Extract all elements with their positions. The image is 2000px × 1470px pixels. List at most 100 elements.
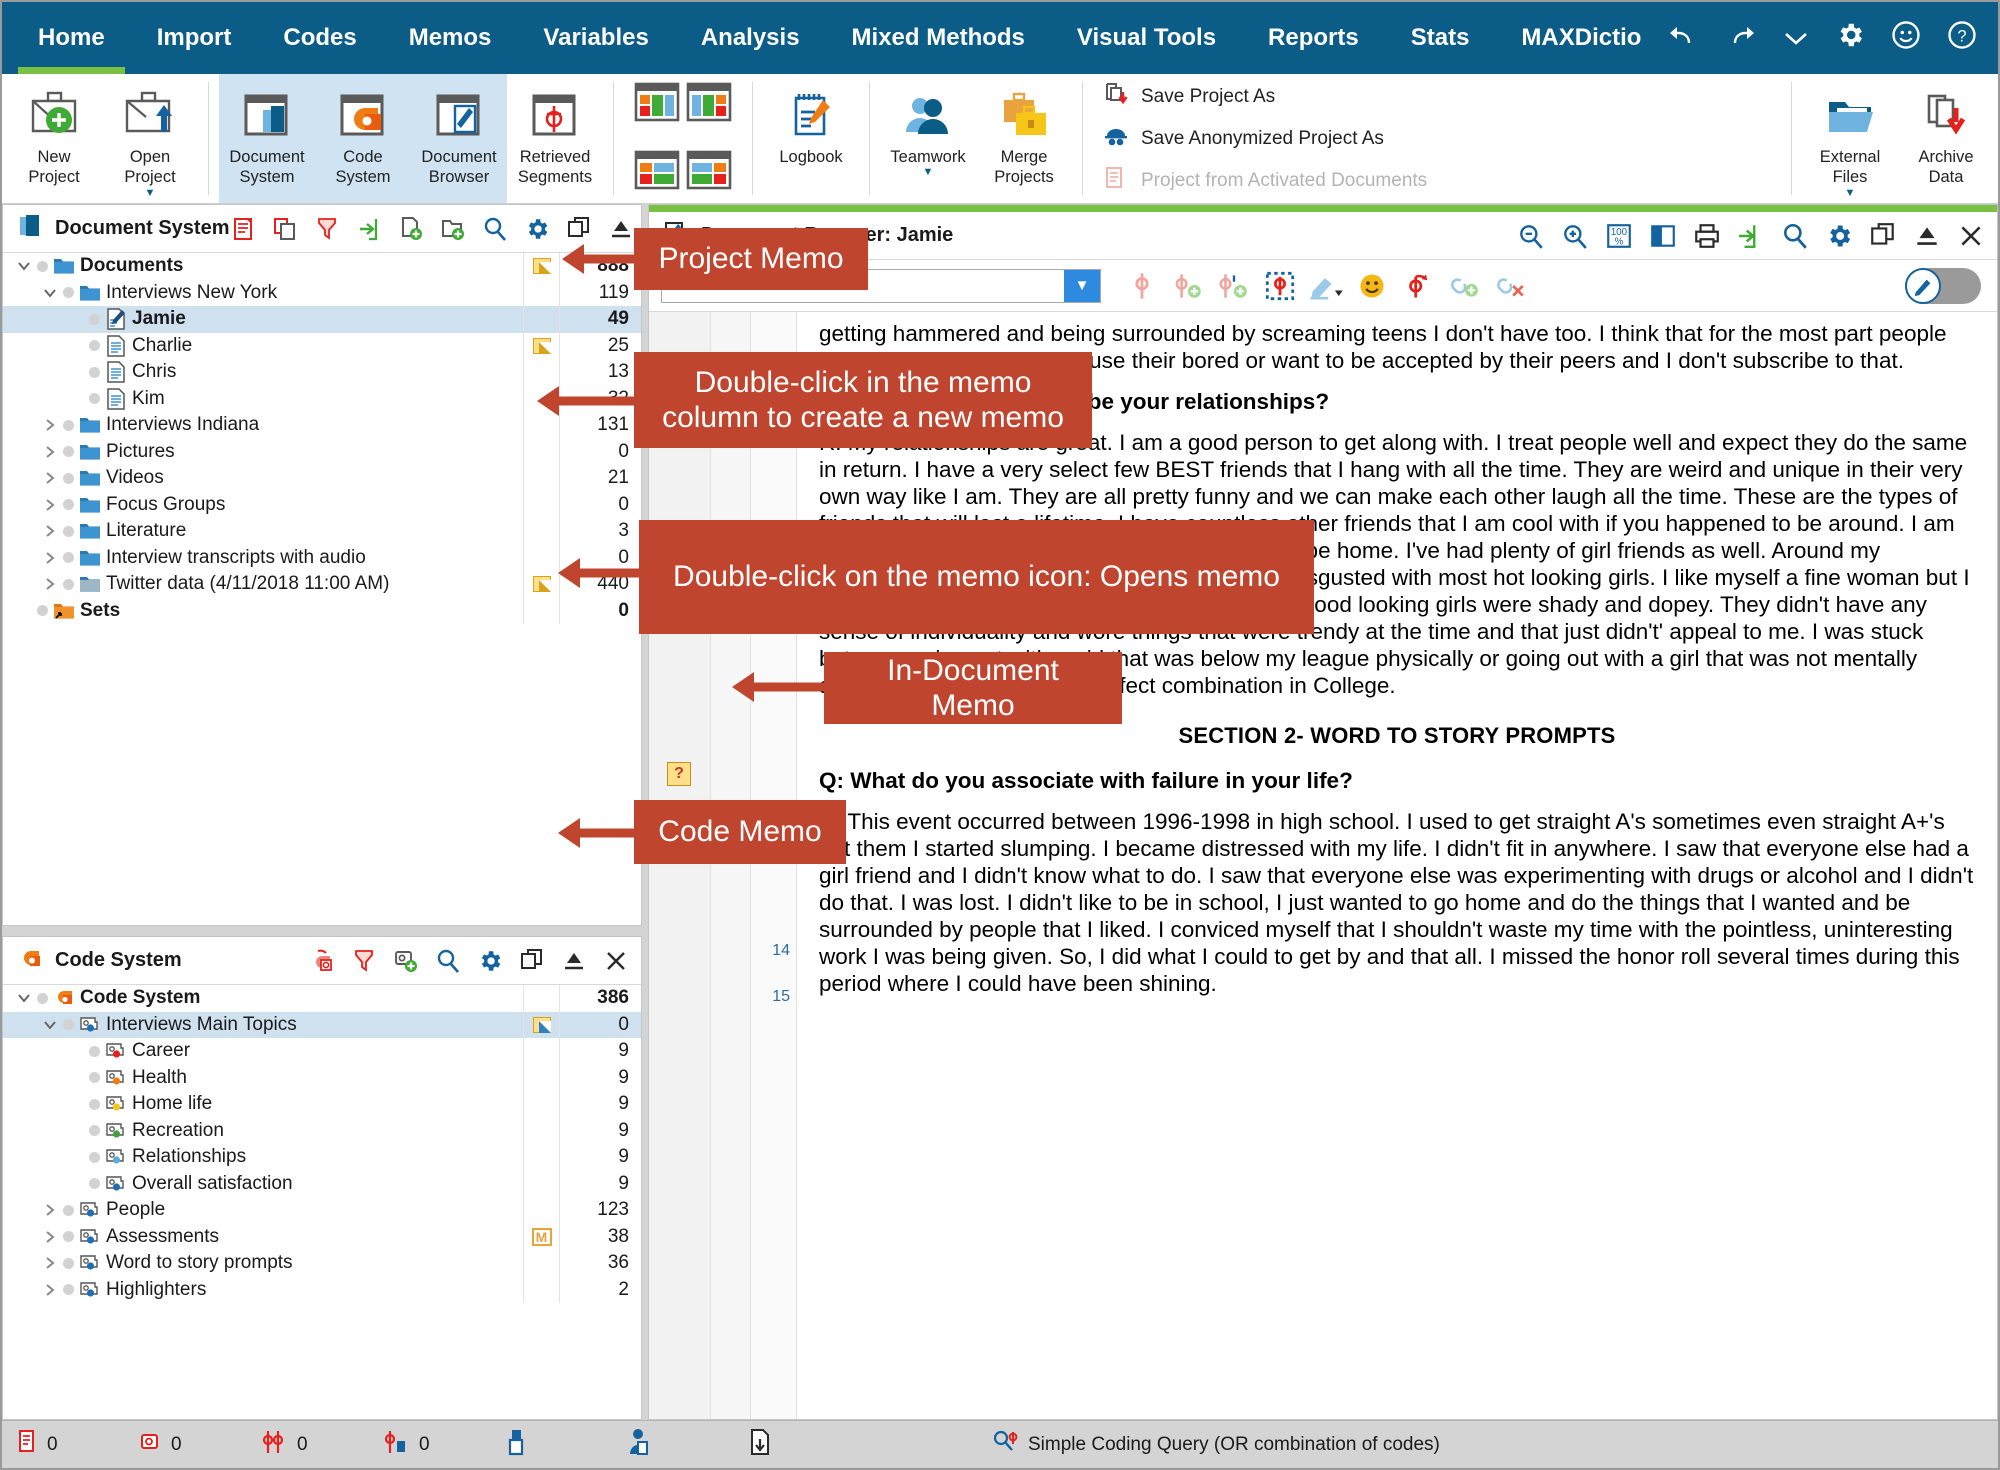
activation-dot[interactable] [37, 260, 48, 272]
memo-icon[interactable] [532, 337, 551, 354]
layout-option-3-icon[interactable] [634, 150, 680, 195]
tree-row[interactable]: Videos 21 [3, 465, 641, 492]
activation-dot[interactable] [63, 578, 74, 590]
activation-dot[interactable] [63, 1204, 74, 1216]
layout-option-4-icon[interactable] [686, 150, 732, 195]
tree-row[interactable]: Assessments M 38 [3, 1223, 641, 1250]
memo-column-cell[interactable] [523, 253, 559, 280]
memo-column-cell[interactable] [523, 1038, 559, 1065]
new-document-icon[interactable] [398, 216, 424, 242]
activation-dot[interactable] [89, 1045, 100, 1057]
code-system-button[interactable]: Code System [315, 74, 411, 203]
activation-dot[interactable] [63, 1231, 74, 1243]
memo-column-cell[interactable] [523, 1117, 559, 1144]
archive-data-button[interactable]: Archive Data [1898, 74, 1994, 203]
tree-row[interactable]: Home life 9 [3, 1091, 641, 1118]
tree-row[interactable]: Pictures 0 [3, 438, 641, 465]
merge-projects-button[interactable]: Merge Projects [976, 74, 1072, 203]
memo-column-cell[interactable] [523, 1064, 559, 1091]
in-document-memo-icon[interactable]: ? [667, 762, 691, 786]
activation-dot[interactable] [89, 1151, 100, 1163]
memo-icon[interactable] [532, 576, 551, 593]
coding-stripe-gutter[interactable] [711, 312, 751, 1419]
activation-dot[interactable] [63, 499, 74, 511]
chevron-down-icon[interactable]: ▼ [1064, 269, 1100, 302]
tree-twisty[interactable] [37, 470, 63, 486]
memo-m-icon[interactable]: M [531, 1227, 552, 1246]
memo-column-cell[interactable] [523, 438, 559, 465]
memo-column-cell[interactable]: M [523, 1223, 559, 1250]
save-project-as-button[interactable]: Save Project As [1103, 81, 1427, 113]
emoticode-icon[interactable] [1349, 271, 1395, 301]
tree-twisty[interactable] [37, 417, 63, 433]
tree-twisty[interactable] [11, 990, 37, 1006]
link-add-icon[interactable] [1441, 271, 1487, 301]
tree-row[interactable]: Sets 0 [3, 597, 641, 624]
activation-dot[interactable] [37, 605, 48, 617]
code-add-icon[interactable] [1165, 271, 1211, 301]
tree-twisty[interactable] [37, 550, 63, 566]
activation-dot[interactable] [89, 1125, 100, 1137]
tab-stats[interactable]: Stats [1385, 2, 1496, 74]
close-icon[interactable] [1957, 222, 1985, 250]
undo-code-icon[interactable] [309, 948, 335, 974]
memo-column-cell[interactable] [523, 597, 559, 624]
activation-dot[interactable] [63, 552, 74, 564]
activation-dot[interactable] [63, 1257, 74, 1269]
memo-column-cell[interactable] [523, 1276, 559, 1303]
memo-column-cell[interactable] [523, 359, 559, 386]
new-group-icon[interactable] [440, 216, 466, 242]
teamwork-button[interactable]: Teamwork ▼ [880, 74, 976, 203]
smiley-icon[interactable] [1891, 20, 1921, 56]
layout-option-1-icon[interactable] [634, 82, 680, 127]
collapse-icon[interactable] [1913, 222, 1941, 250]
code-memo-icon[interactable] [532, 1016, 551, 1033]
code-system-tree[interactable]: Code System 386 Interviews Main Topics 0 Car… [3, 985, 641, 1419]
document-browser-button[interactable]: Document Browser [411, 74, 507, 203]
tree-row[interactable]: Relationships 9 [3, 1144, 641, 1171]
search-icon[interactable] [482, 216, 508, 242]
external-files-button[interactable]: External Files ▼ [1802, 74, 1898, 203]
code-region-icon[interactable] [1257, 271, 1303, 301]
activation-dot[interactable] [89, 1072, 100, 1084]
document-system-tree[interactable]: Documents 888 Interviews New York 119 Jamie 4… [3, 253, 641, 925]
new-project-button[interactable]: New Project [6, 74, 102, 203]
tab-import[interactable]: Import [131, 2, 258, 74]
tab-home[interactable]: Home [12, 2, 131, 74]
tree-twisty[interactable] [37, 576, 63, 592]
help-icon[interactable]: ? [1947, 20, 1977, 56]
chevron-down-icon[interactable]: ▼ [1845, 187, 1856, 199]
logbook-button[interactable]: Logbook [763, 74, 859, 203]
tab-codes[interactable]: Codes [257, 2, 382, 74]
split-view-icon[interactable] [1649, 222, 1677, 250]
tree-twisty[interactable] [37, 1282, 63, 1298]
tree-row[interactable]: Jamie 49 [3, 306, 641, 333]
pencil-toggle[interactable] [1905, 267, 1981, 304]
activation-dot[interactable] [63, 287, 74, 299]
tree-twisty[interactable] [37, 523, 63, 539]
memo-column-cell[interactable] [523, 1250, 559, 1277]
chevron-down-icon[interactable]: ▼ [145, 187, 156, 199]
activation-dot[interactable] [89, 1098, 100, 1110]
print-icon[interactable] [1693, 222, 1721, 250]
activation-dot[interactable] [89, 340, 100, 352]
save-anonymized-project-button[interactable]: Save Anonymized Project As [1103, 123, 1427, 155]
activation-dot[interactable] [89, 1178, 100, 1190]
tree-twisty[interactable] [37, 1255, 63, 1271]
chevron-down-icon[interactable] [1783, 23, 1809, 53]
gear-icon[interactable] [524, 216, 550, 242]
zoom-out-icon[interactable] [1517, 222, 1545, 250]
tab-reports[interactable]: Reports [1242, 2, 1385, 74]
tree-row[interactable]: Interview transcripts with audio 0 [3, 544, 641, 571]
edit-mode-toggle[interactable] [1905, 267, 1981, 304]
highlighter-icon[interactable] [1303, 271, 1349, 301]
detach-icon[interactable] [519, 948, 545, 974]
tab-variables[interactable]: Variables [517, 2, 674, 74]
undo-icon[interactable] [1667, 22, 1699, 54]
tree-twisty[interactable] [37, 444, 63, 460]
activation-dot[interactable] [89, 366, 100, 378]
activation-dot[interactable] [89, 313, 100, 325]
document-system-button[interactable]: Document System [219, 74, 315, 203]
memo-icon[interactable] [532, 258, 551, 275]
code-icon[interactable] [1119, 271, 1165, 301]
